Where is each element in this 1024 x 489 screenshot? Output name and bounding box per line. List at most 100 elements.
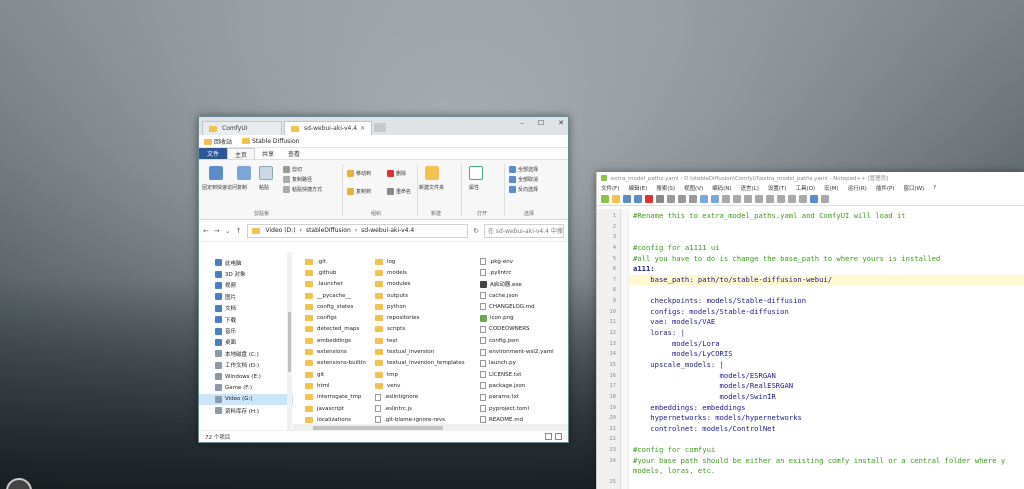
menu-item[interactable]: 设置(T)	[768, 184, 787, 192]
file-item[interactable]: python	[375, 301, 480, 312]
menu-item[interactable]: 运行(R)	[848, 184, 867, 192]
save-all-icon[interactable]	[634, 195, 642, 203]
ribbon-tab-share[interactable]: 共享	[255, 148, 281, 159]
nav-item[interactable]: 桌面	[199, 337, 293, 348]
file-item[interactable]: git	[305, 369, 375, 380]
menu-item[interactable]: ?	[933, 185, 936, 191]
file-item[interactable]: pyproject.toml	[480, 403, 560, 414]
address-bar[interactable]: Video (D:) › stableDiffusion › sd-webui-ak…	[246, 223, 469, 238]
chevron-down-icon[interactable]: ⌄	[225, 227, 231, 235]
close-tab-icon[interactable]: ✕	[360, 125, 365, 132]
open-file-icon[interactable]	[612, 195, 620, 203]
menu-item[interactable]: 工具(O)	[796, 184, 816, 192]
menu-item[interactable]: 编辑(E)	[628, 184, 647, 192]
nav-item[interactable]: 资料库存 (H:)	[199, 405, 293, 416]
file-item[interactable]: A启动器.exe	[480, 279, 560, 290]
favorite-item[interactable]: 回收站	[204, 137, 232, 146]
close-button[interactable]: ✕	[558, 119, 564, 127]
file-item[interactable]: .git	[305, 256, 375, 267]
menu-item[interactable]: 编码(N)	[712, 184, 731, 192]
code-area[interactable]: #Rename this to extra_model_paths.yaml a…	[629, 209, 1024, 489]
file-item[interactable]: CODEOWNERS	[480, 324, 560, 335]
nav-item[interactable]: Video (G:)	[199, 393, 293, 406]
file-item[interactable]: javascript	[305, 403, 375, 414]
move-to-button[interactable]: 移动到	[347, 170, 371, 177]
file-item[interactable]: .eslintrc.js	[375, 403, 480, 414]
save-icon[interactable]	[623, 195, 631, 203]
macro-play-icon[interactable]	[821, 195, 829, 203]
close-file-icon[interactable]	[645, 195, 653, 203]
zoom-out-icon[interactable]	[755, 195, 763, 203]
up-arrow-icon[interactable]: ↑	[236, 227, 242, 235]
paste-shortcut-button[interactable]: 粘贴快捷方式	[283, 186, 322, 193]
maximize-button[interactable]: ☐	[538, 119, 544, 127]
code-editor[interactable]: 1 2 3 4 5 6 7 8 9 10 11 12 13 14 15 16 17 18 19 20 21 22 23 24 2…	[597, 209, 1024, 489]
search-input[interactable]: 在 sd-webui-aki-v4.4 中搜索	[484, 223, 564, 238]
file-item[interactable]: models	[375, 267, 480, 278]
file-item[interactable]: log	[375, 256, 480, 267]
nav-item[interactable]: Game (F:)	[199, 382, 293, 393]
menu-item[interactable]: 宏(M)	[824, 184, 839, 192]
menu-item[interactable]: 插件(P)	[876, 184, 895, 192]
file-item[interactable]: params.txt	[480, 392, 560, 403]
file-item[interactable]: configs	[305, 312, 375, 323]
cut-icon[interactable]	[667, 195, 675, 203]
file-item[interactable]: launch.py	[480, 358, 560, 369]
back-arrow-icon[interactable]: ←	[203, 227, 209, 235]
delete-button[interactable]: 删除	[387, 170, 406, 177]
tab-sd-webui[interactable]: sd-webui-aki-v4.4 ✕	[284, 121, 373, 135]
file-item[interactable]: config_states	[305, 301, 375, 312]
copy-to-button[interactable]: 复制到	[347, 188, 371, 195]
details-view-icon[interactable]	[545, 433, 552, 440]
minimize-button[interactable]: –	[520, 119, 524, 127]
file-item[interactable]: package.json	[480, 380, 560, 391]
new-folder-button[interactable]: 新建文件夹	[419, 184, 444, 191]
file-item[interactable]: repositories	[375, 312, 480, 323]
nav-item[interactable]: 文档	[199, 303, 293, 314]
macro-record-icon[interactable]	[810, 195, 818, 203]
file-item[interactable]: html	[305, 380, 375, 391]
new-tab-button[interactable]	[374, 123, 387, 132]
paste-icon[interactable]	[689, 195, 697, 203]
file-item[interactable]: tmp	[375, 369, 480, 380]
menu-item[interactable]: 文件(F)	[601, 184, 619, 192]
file-item[interactable]: .launcher	[305, 279, 375, 290]
file-item[interactable]: CHANGELOG.md	[480, 301, 560, 312]
nav-item[interactable]: 图片	[199, 291, 293, 302]
replace-icon[interactable]	[733, 195, 741, 203]
ribbon-tab-home[interactable]: 主页	[227, 148, 256, 159]
nav-item[interactable]: 下载	[199, 314, 293, 325]
sync-scroll-icon[interactable]	[766, 195, 774, 203]
breadcrumb-item[interactable]: stableDiffusion	[306, 227, 351, 234]
file-item[interactable]: cache.json	[480, 290, 560, 301]
zoom-in-icon[interactable]	[744, 195, 752, 203]
menu-item[interactable]: 窗口(W)	[903, 184, 924, 192]
refresh-icon[interactable]: ↻	[473, 227, 479, 235]
breadcrumb-item[interactable]: sd-webui-aki-v4.4	[361, 227, 414, 234]
select-all-button[interactable]: 全部选择	[509, 166, 538, 173]
file-item[interactable]: config.json	[480, 335, 560, 346]
ribbon-tab-view[interactable]: 查看	[281, 148, 307, 159]
show-all-chars-icon[interactable]	[788, 195, 796, 203]
scrollbar-thumb[interactable]	[288, 312, 291, 372]
file-item[interactable]: interrogate_tmp	[305, 392, 375, 403]
word-wrap-icon[interactable]	[777, 195, 785, 203]
properties-button[interactable]: 属性	[469, 184, 479, 191]
file-item[interactable]: environment-wsl2.yaml	[480, 346, 560, 357]
nav-item[interactable]: 此电脑	[199, 257, 293, 268]
file-item[interactable]: .pkg-env	[480, 256, 560, 267]
copy-button[interactable]: 复制	[237, 184, 247, 191]
nav-item[interactable]: Windows (E:)	[199, 371, 293, 382]
rename-button[interactable]: 重命名	[387, 188, 411, 195]
redo-icon[interactable]	[711, 195, 719, 203]
file-item[interactable]: extensions-builtin	[305, 358, 375, 369]
file-item[interactable]: .eslintignore	[375, 392, 480, 403]
menu-item[interactable]: 搜索(S)	[656, 184, 675, 192]
file-item[interactable]: icon.png	[480, 312, 560, 323]
forward-arrow-icon[interactable]: →	[214, 227, 220, 235]
undo-icon[interactable]	[700, 195, 708, 203]
file-item[interactable]: __pycache__	[305, 290, 375, 301]
file-item[interactable]: .github	[305, 267, 375, 278]
nav-item[interactable]: 工作文档 (D:)	[199, 360, 293, 371]
new-file-icon[interactable]	[601, 195, 609, 203]
